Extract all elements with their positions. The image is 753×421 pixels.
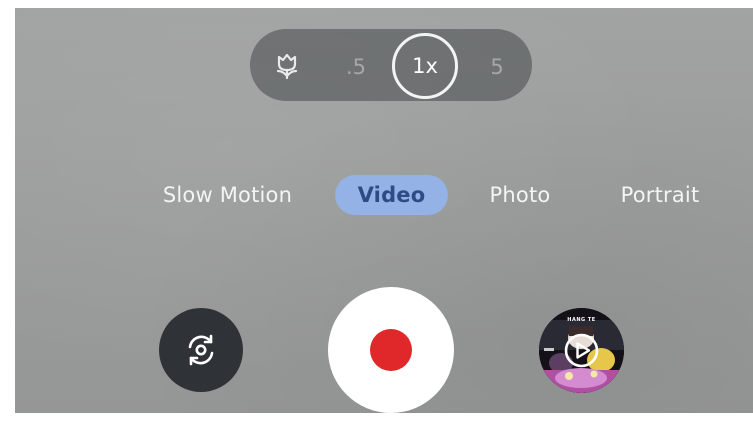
zoom-option-1x[interactable]: 1x [392, 33, 458, 99]
mode-photo[interactable]: Photo [478, 175, 562, 215]
screen-border-bottom [0, 413, 753, 421]
screen-border-left [0, 0, 15, 421]
mode-slow-motion[interactable]: Slow Motion [150, 175, 305, 215]
zoom-option-5x[interactable]: 5 [484, 52, 510, 82]
screen-border-top [0, 0, 753, 8]
record-button[interactable] [328, 287, 454, 413]
camera-flip-icon [188, 334, 214, 366]
flip-camera-button[interactable] [159, 308, 243, 392]
mode-portrait[interactable]: Portrait [608, 175, 712, 215]
record-dot-icon [370, 329, 412, 371]
gallery-thumbnail[interactable]: HANG TE [539, 308, 624, 393]
macro-button[interactable] [270, 50, 304, 82]
zoom-option-half[interactable]: .5 [341, 52, 371, 82]
mode-video[interactable]: Video [335, 175, 448, 215]
thumbnail-caption: HANG TE [567, 317, 596, 323]
play-icon [564, 333, 599, 368]
tulip-macro-icon [276, 53, 298, 80]
